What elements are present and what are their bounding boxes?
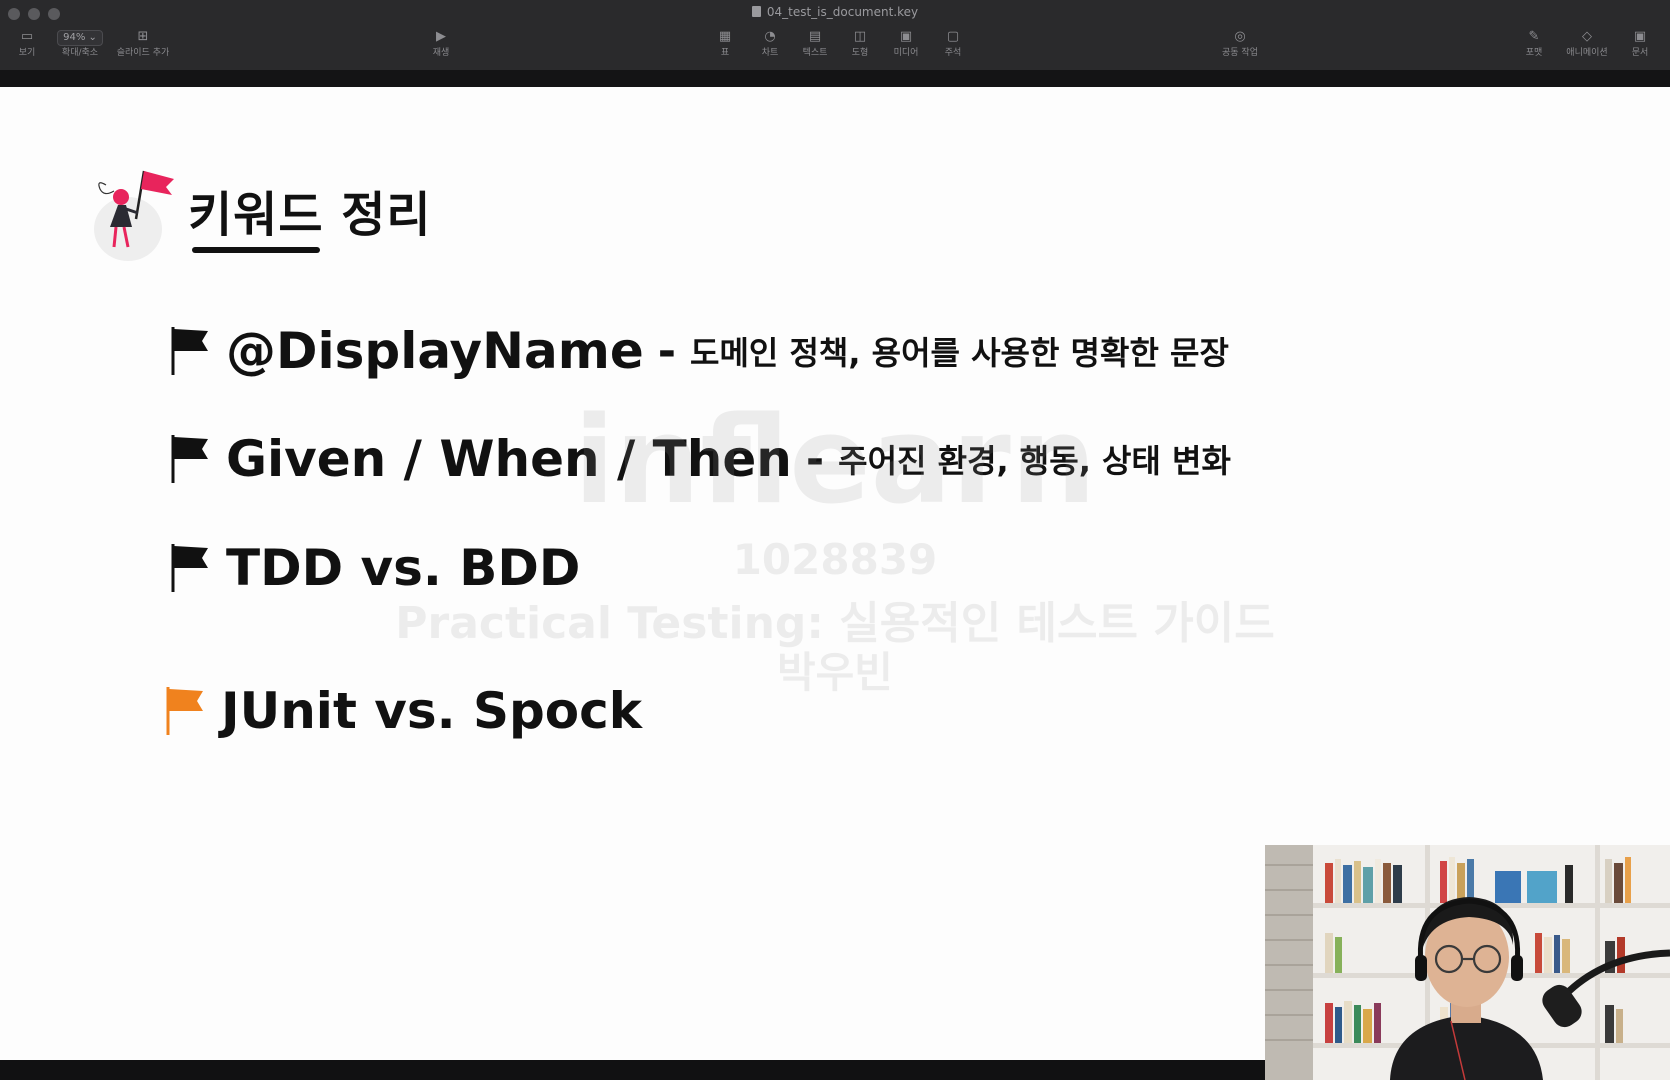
collaborate-button[interactable]: ◎ 공동 작업 bbox=[1205, 28, 1275, 60]
document-panel-icon: ▣ bbox=[1633, 29, 1647, 44]
play-icon: ▶ bbox=[436, 29, 446, 44]
keynote-toolbar: 04_test_is_document.key ▭ 보기 94% ⌄ 확대/축소… bbox=[0, 0, 1670, 71]
bullet-keyword: JUnit vs. Spock bbox=[221, 682, 643, 740]
bullet-description: 도메인 정책, 용어를 사용한 명확한 문장 bbox=[690, 334, 1229, 372]
window-title: 04_test_is_document.key bbox=[0, 5, 1670, 19]
bullet-description: 주어진 환경, 행동, 상태 변화 bbox=[838, 442, 1231, 480]
black-flag-icon bbox=[171, 544, 208, 592]
play-button[interactable]: ▶ 재생 bbox=[406, 28, 476, 60]
bullet-item-active: JUnit vs. Spock bbox=[165, 682, 642, 740]
bullet-keyword: TDD vs. BDD bbox=[226, 539, 581, 597]
presenter-webcam bbox=[1265, 845, 1670, 1080]
black-flag-icon bbox=[171, 327, 208, 375]
flag-bearer-illustration bbox=[94, 170, 174, 261]
title-underline bbox=[192, 247, 320, 253]
bullet-separator: - bbox=[657, 325, 676, 377]
presenter-video-image bbox=[1265, 845, 1670, 1080]
add-slide-button[interactable]: ⊞ 슬라이드 추가 bbox=[108, 28, 178, 60]
people-icon: ◎ bbox=[1234, 29, 1246, 44]
bullet-item: TDD vs. BDD bbox=[170, 539, 580, 597]
bullet-item: Given / When / Then - 주어진 환경, 행동, 상태 변화 bbox=[170, 430, 1231, 488]
document-icon bbox=[751, 6, 761, 17]
bullet-keyword: Given / When / Then bbox=[226, 430, 792, 488]
slide-title: 키워드 정리 bbox=[188, 187, 432, 243]
orange-flag-icon bbox=[166, 687, 203, 735]
black-flag-icon bbox=[171, 435, 208, 483]
chevron-down-icon: ⌄ bbox=[88, 32, 97, 43]
window-title-text: 04_test_is_document.key bbox=[766, 5, 919, 19]
add-slide-icon: ⊞ bbox=[137, 29, 149, 44]
toolbar-divider bbox=[0, 70, 1670, 87]
zoom-button[interactable]: 94% ⌄ 확대/축소 bbox=[45, 28, 115, 60]
bullet-keyword: @DisplayName bbox=[226, 322, 644, 380]
comment-button[interactable]: ▢ 주석 bbox=[918, 28, 988, 60]
bullet-item: @DisplayName - 도메인 정책, 용어를 사용한 명확한 문장 bbox=[170, 322, 1229, 380]
zoom-select[interactable]: 94% ⌄ bbox=[57, 30, 103, 46]
document-button[interactable]: ▣ 문서 bbox=[1605, 28, 1670, 60]
bullet-separator: - bbox=[805, 433, 825, 485]
comment-icon: ▢ bbox=[946, 29, 960, 44]
